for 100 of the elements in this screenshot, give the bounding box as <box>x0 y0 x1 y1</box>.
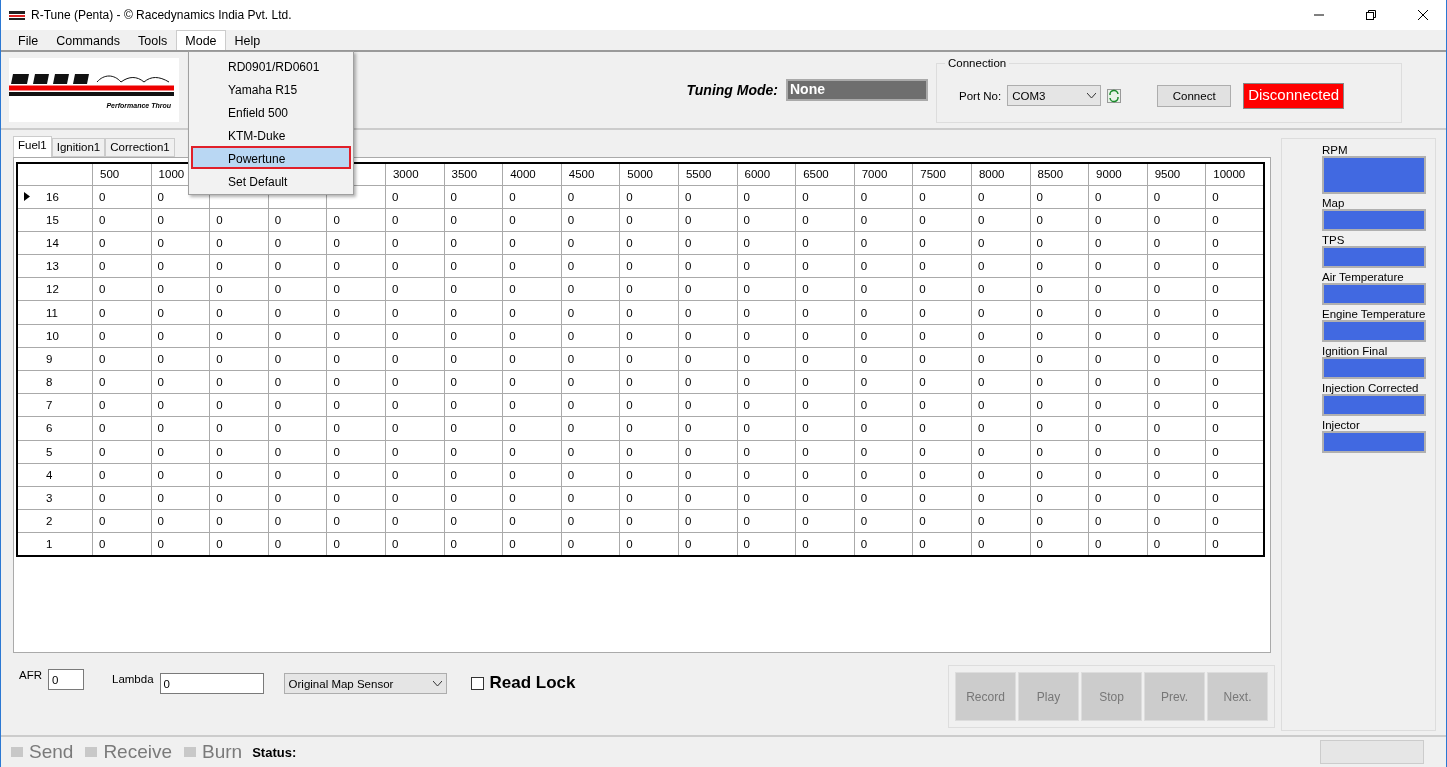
table-cell[interactable]: 0 <box>619 370 679 394</box>
table-cell[interactable]: 0 <box>92 393 152 417</box>
table-cell[interactable]: 0 <box>502 509 562 533</box>
table-cell[interactable]: 0 <box>209 347 269 371</box>
table-cell[interactable]: 0 <box>737 277 796 301</box>
table-cell[interactable]: 0 <box>854 370 913 394</box>
table-cell[interactable]: 0 <box>1030 231 1089 255</box>
table-cell[interactable]: 0 <box>678 208 738 232</box>
table-cell[interactable]: 0 <box>92 486 152 510</box>
table-cell[interactable]: 0 <box>444 486 503 510</box>
menu-option[interactable]: Powertune <box>191 146 351 169</box>
table-cell[interactable]: 0 <box>92 231 152 255</box>
table-cell[interactable]: 0 <box>1030 440 1089 464</box>
table-cell[interactable]: 0 <box>912 254 972 278</box>
table-cell[interactable]: 0 <box>912 440 972 464</box>
table-cell[interactable]: 0 <box>561 463 620 487</box>
tab[interactable]: Ignition1 <box>51 138 106 157</box>
table-cell[interactable]: 0 <box>971 324 1030 348</box>
table-cell[interactable]: 0 <box>971 463 1030 487</box>
table-cell[interactable]: 0 <box>795 509 855 533</box>
table-cell[interactable]: 0 <box>1088 463 1148 487</box>
table-cell[interactable]: 0 <box>92 185 152 209</box>
table-cell[interactable]: 0 <box>854 254 913 278</box>
table-cell[interactable]: 0 <box>795 486 855 510</box>
table-cell[interactable]: 0 <box>737 393 796 417</box>
table-cell[interactable]: 0 <box>737 486 796 510</box>
table-cell[interactable]: 0 <box>385 254 445 278</box>
table-cell[interactable]: 0 <box>561 324 620 348</box>
table-cell[interactable]: 0 <box>912 347 972 371</box>
table-cell[interactable]: 0 <box>737 185 796 209</box>
table-cell[interactable]: 0 <box>502 486 562 510</box>
table-cell[interactable]: 0 <box>385 463 445 487</box>
table-cell[interactable]: 0 <box>678 509 738 533</box>
table-cell[interactable]: 0 <box>1088 509 1148 533</box>
sensor-dropdown[interactable]: Original Map Sensor <box>283 673 447 694</box>
table-cell[interactable]: 0 <box>854 300 913 325</box>
table-cell[interactable]: 0 <box>1030 393 1089 417</box>
table-cell[interactable]: 0 <box>326 509 386 533</box>
table-cell[interactable]: 0 <box>209 254 269 278</box>
table-cell[interactable]: 0 <box>1088 440 1148 464</box>
table-cell[interactable]: 0 <box>737 440 796 464</box>
table-cell[interactable]: 0 <box>1147 277 1206 301</box>
table-cell[interactable]: 0 <box>268 370 327 394</box>
table-cell[interactable]: 0 <box>1088 254 1148 278</box>
table-cell[interactable]: 0 <box>619 300 679 325</box>
table-cell[interactable]: 0 <box>385 277 445 301</box>
table-cell[interactable]: 0 <box>151 231 210 255</box>
table-cell[interactable]: 0 <box>209 324 269 348</box>
table-cell[interactable]: 0 <box>92 463 152 487</box>
menu-item[interactable]: Mode <box>176 30 226 50</box>
table-cell[interactable]: 0 <box>444 463 503 487</box>
table-cell[interactable]: 0 <box>444 231 503 255</box>
table-cell[interactable]: 0 <box>737 300 796 325</box>
menu-option[interactable]: Enfield 500 <box>191 100 351 123</box>
table-cell[interactable]: 0 <box>912 416 972 441</box>
table-cell[interactable]: 0 <box>268 509 327 533</box>
table-cell[interactable]: 0 <box>268 486 327 510</box>
table-cell[interactable]: 0 <box>385 416 445 441</box>
table-cell[interactable]: 0 <box>1030 486 1089 510</box>
table-cell[interactable]: 0 <box>1147 416 1206 441</box>
table-cell[interactable]: 0 <box>678 440 738 464</box>
table-cell[interactable]: 0 <box>561 185 620 209</box>
menu-item[interactable]: Help <box>225 30 270 50</box>
table-cell[interactable]: 0 <box>1088 300 1148 325</box>
table-cell[interactable]: 0 <box>1030 416 1089 441</box>
table-cell[interactable]: 0 <box>854 416 913 441</box>
table-cell[interactable]: 0 <box>326 324 386 348</box>
table-cell[interactable]: 0 <box>561 393 620 417</box>
table-cell[interactable]: 0 <box>502 347 562 371</box>
table-cell[interactable]: 0 <box>502 370 562 394</box>
table-cell[interactable]: 0 <box>795 440 855 464</box>
table-cell[interactable]: 0 <box>912 486 972 510</box>
table-cell[interactable]: 0 <box>795 393 855 417</box>
table-cell[interactable]: 0 <box>1088 416 1148 441</box>
table-cell[interactable]: 0 <box>1147 393 1206 417</box>
table-cell[interactable]: 0 <box>737 208 796 232</box>
table-cell[interactable]: 0 <box>502 300 562 325</box>
table-cell[interactable]: 0 <box>326 300 386 325</box>
table-cell[interactable]: 0 <box>444 393 503 417</box>
table-cell[interactable]: 0 <box>151 440 210 464</box>
table-cell[interactable]: 0 <box>561 509 620 533</box>
table-cell[interactable]: 0 <box>1030 509 1089 533</box>
table-cell[interactable]: 0 <box>151 393 210 417</box>
table-cell[interactable]: 0 <box>326 208 386 232</box>
table-cell[interactable]: 0 <box>444 300 503 325</box>
table-cell[interactable]: 0 <box>1088 324 1148 348</box>
table-cell[interactable]: 0 <box>268 324 327 348</box>
table-cell[interactable]: 0 <box>1147 254 1206 278</box>
table-cell[interactable]: 0 <box>619 416 679 441</box>
table-cell[interactable]: 0 <box>1030 300 1089 325</box>
table-cell[interactable]: 0 <box>912 231 972 255</box>
table-cell[interactable]: 0 <box>619 463 679 487</box>
table-cell[interactable]: 0 <box>795 300 855 325</box>
table-cell[interactable]: 0 <box>444 277 503 301</box>
table-cell[interactable]: 0 <box>209 370 269 394</box>
table-cell[interactable]: 0 <box>561 277 620 301</box>
table-cell[interactable]: 0 <box>854 347 913 371</box>
table-cell[interactable]: 0 <box>1030 347 1089 371</box>
table-cell[interactable]: 0 <box>561 486 620 510</box>
menu-item[interactable]: File <box>9 30 48 50</box>
